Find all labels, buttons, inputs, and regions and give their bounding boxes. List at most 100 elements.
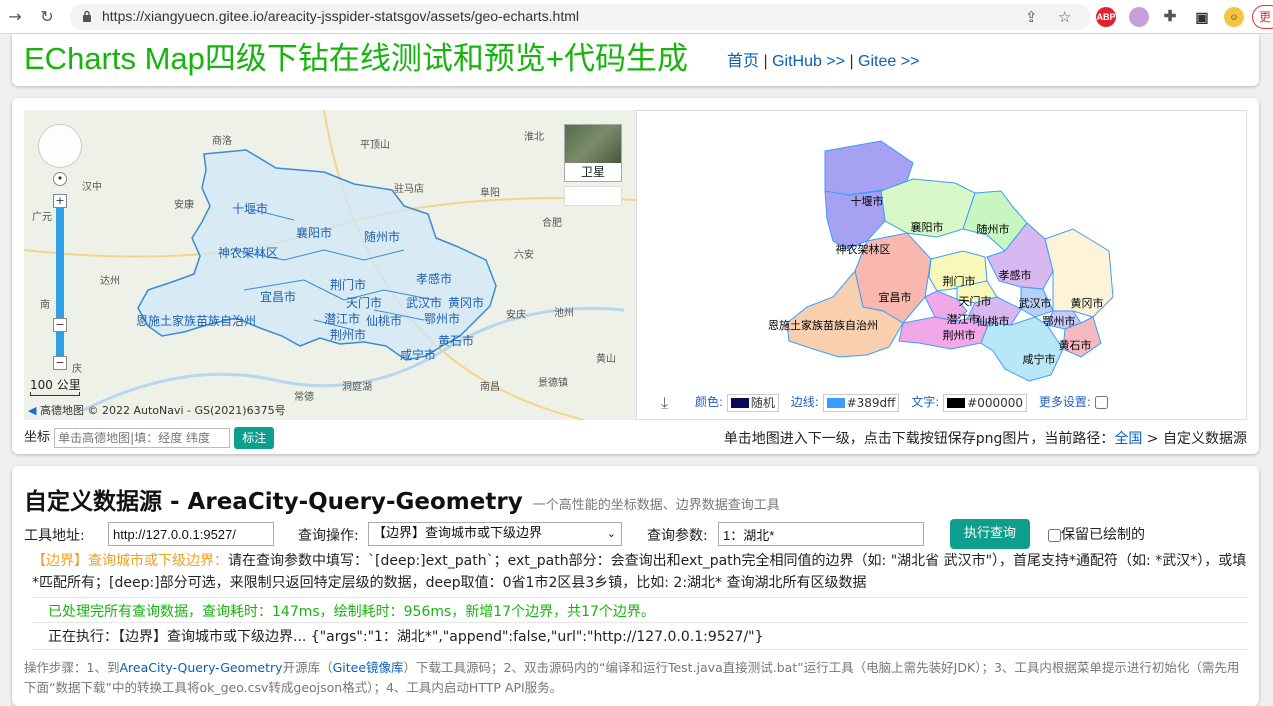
map-place-label: 庆 — [72, 364, 82, 375]
address-bar[interactable]: https://xiangyuecn.gitee.io/areacity-jss… — [70, 4, 1090, 30]
region-label: 潜江市 — [946, 313, 980, 326]
divider — [32, 597, 1247, 598]
color-label: 颜色: — [695, 395, 724, 409]
map-place-label: 达州 — [100, 276, 120, 287]
title-card: ECharts Map四级下钻在线测试和预览+代码生成 首页 | GitHub … — [12, 34, 1259, 86]
share-icon[interactable]: ⇪ — [1025, 8, 1038, 26]
more-settings-label: 更多设置: — [1038, 395, 1091, 409]
star-icon[interactable]: ☆ — [1058, 8, 1071, 26]
satellite-thumbnail — [565, 125, 621, 163]
text-color-value: #000000 — [967, 395, 1024, 410]
map-place-label: 淮北 — [524, 132, 544, 143]
layer-box[interactable] — [564, 186, 622, 206]
map-city-label: 神农架林区 — [218, 246, 279, 260]
sidepanel-icon[interactable]: ▣ — [1192, 7, 1212, 27]
border-input[interactable]: #389dff — [822, 393, 900, 412]
gitee-link[interactable]: Gitee >> — [858, 53, 919, 70]
tool-url-input[interactable] — [108, 522, 274, 546]
more-settings-checkbox[interactable] — [1094, 396, 1108, 409]
keep-drawn-checkbox[interactable] — [1048, 528, 1061, 542]
map-style-toolbar: 颜色: 随机 边线: #389dff 文字: #000000 更多设置: — [695, 393, 1108, 412]
puzzle-icon[interactable]: ✚ — [1160, 7, 1180, 27]
page-title: ECharts Map四级下钻在线测试和预览+代码生成 — [24, 41, 689, 76]
map-place-label: 景德镇 — [538, 378, 568, 389]
breadcrumb-root-link[interactable]: 全国 — [1114, 431, 1142, 447]
zoom-handle[interactable]: − — [53, 318, 67, 332]
zoom-in-button[interactable]: + — [53, 194, 67, 208]
update-button[interactable]: 更 — [1252, 5, 1273, 29]
avatar[interactable]: ☺ — [1224, 7, 1244, 27]
echarts-map[interactable]: 十堰市 襄阳市 随州市 神农架林区 宜昌市 荆门市 孝感市 天门市 武汉市 黄冈市 恩施土家族苗族自… — [636, 110, 1247, 420]
keep-drawn-option[interactable]: 保留已绘制的 — [1048, 524, 1145, 544]
text-color-input[interactable]: #000000 — [943, 393, 1028, 412]
query-op-select[interactable]: 【边界】查询城市或下级边界 ⌄ — [368, 522, 622, 546]
steps-text: 操作步骤：1、到 — [24, 660, 120, 675]
region-label: 武汉市 — [1018, 297, 1052, 310]
query-op-value: 【边界】查询城市或下级边界 — [373, 526, 543, 541]
region-label: 天门市 — [958, 295, 992, 308]
header-sep: | — [759, 53, 773, 70]
locate-button[interactable]: • — [53, 172, 67, 186]
coord-row: 坐标 标注 — [24, 426, 275, 449]
query-form: 工具地址: 查询操作: 【边界】查询城市或下级边界 ⌄ 查询参数: 执行查询 保留… — [24, 519, 1254, 549]
path-hint: 单击地图进入下一级，点击下载按钮保存png图片，当前路径： — [723, 431, 1115, 447]
scale-label: 100 公里 — [30, 378, 81, 392]
echarts-canvas — [786, 140, 1114, 382]
scale-bar — [30, 392, 80, 396]
map-city-label: 宜昌市 — [260, 290, 297, 304]
map-place-label: 常德 — [294, 392, 314, 403]
color-input[interactable]: 随机 — [726, 393, 779, 412]
amap-view[interactable]: 商洛 平顶山 淮北 汉中 驻马店 阜阳 安康 合肥 六安 达州 安庆 池州 南黄山 常德 洞庭湖 南昌 景德镇 庆… — [24, 110, 636, 420]
datasource-card: 自定义数据源 - AreaCity-Query-Geometry 一个高性能的坐标… — [12, 466, 1259, 706]
map-city-label: 荆门市 — [330, 278, 367, 292]
zoom-out-button[interactable]: − — [53, 356, 67, 370]
map-place-label: 阜阳 — [480, 188, 500, 199]
map-city-label: 潜江市 — [324, 312, 361, 326]
region-label: 荆州市 — [942, 329, 976, 342]
status-running: 正在执行：【边界】查询城市或下级边界... {"args":"1：湖北*","a… — [48, 629, 764, 645]
map-place-label: 六安 — [514, 250, 534, 261]
home-link[interactable]: 首页 — [727, 53, 759, 70]
datasource-title: 自定义数据源 - AreaCity-Query-Geometry 一个高性能的坐标… — [24, 482, 780, 516]
map-place-label: 平顶山 — [360, 140, 390, 151]
url-text: https://xiangyuecn.gitee.io/areacity-jss… — [102, 8, 580, 24]
map-place-label: 南昌 — [480, 382, 500, 393]
map-city-label: 随州市 — [364, 230, 401, 244]
satellite-toggle[interactable]: 卫星 — [564, 124, 622, 182]
breadcrumb-tail: > 自定义数据源 — [1142, 431, 1247, 447]
region-label: 十堰市 — [850, 195, 884, 208]
satellite-label: 卫星 — [580, 165, 605, 179]
github-link[interactable]: GitHub >> — [772, 53, 845, 70]
region-label: 荆门市 — [942, 275, 976, 288]
reload-icon[interactable]: ↻ — [36, 6, 58, 28]
divider — [32, 622, 1247, 623]
border-label: 边线: — [790, 395, 819, 409]
back-arrow-icon[interactable]: → — [4, 6, 26, 28]
map-city-label: 恩施土家族苗族自治州 — [136, 314, 257, 328]
color-value: 随机 — [750, 395, 775, 410]
compass-control[interactable] — [38, 124, 82, 168]
region-label: 恩施土家族苗族自治州 — [768, 319, 878, 332]
query-param-input[interactable] — [718, 522, 924, 546]
zoom-slider[interactable] — [56, 196, 64, 364]
execute-query-button[interactable]: 执行查询 — [950, 519, 1030, 549]
coord-input[interactable] — [54, 427, 231, 448]
mark-button[interactable]: 标注 — [234, 426, 275, 449]
border-swatch — [826, 398, 845, 408]
gitee-mirror-link[interactable]: Gitee镜像库 — [333, 660, 404, 675]
map-city-label: 仙桃市 — [366, 314, 403, 328]
map-city-label: 武汉市 — [406, 296, 443, 310]
text-swatch — [947, 398, 966, 408]
map-city-label: 孝感市 — [416, 272, 453, 286]
areacity-link[interactable]: AreaCity-Query-Geometry — [119, 660, 282, 675]
attribution-text: 高德地图 © 2022 AutoNavi - GS(2021)6375号 — [39, 404, 286, 417]
download-icon[interactable]: ⤓ — [661, 393, 668, 413]
map-city-label: 十堰市 — [232, 202, 269, 216]
adblock-icon[interactable]: ABP — [1096, 7, 1116, 27]
region-label: 随州市 — [976, 223, 1010, 236]
operation-steps: 操作步骤：1、到AreaCity-Query-Geometry开源库（Gitee… — [24, 658, 1249, 698]
extension-circle-icon[interactable] — [1129, 7, 1149, 27]
map-city-label: 黄冈市 — [448, 296, 485, 310]
lock-icon — [83, 10, 91, 22]
header-links: 首页 | GitHub >> | Gitee >> — [727, 47, 919, 71]
